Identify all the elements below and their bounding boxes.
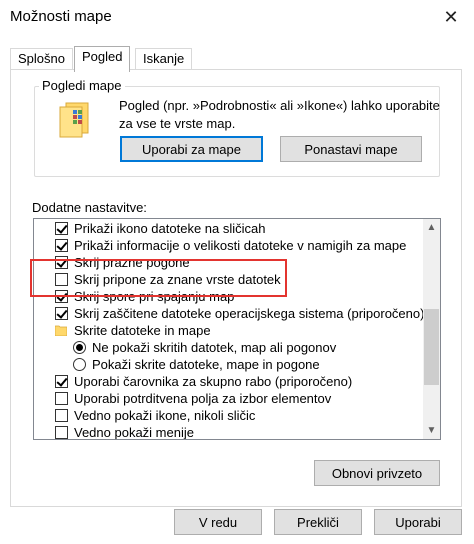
list-item-label: Pokaži skrite datoteke, mape in pogone bbox=[92, 357, 320, 372]
list-item-label: Ne pokaži skritih datotek, map ali pogon… bbox=[92, 340, 337, 355]
list-item-label: Vedno pokaži ikone, nikoli sličic bbox=[74, 408, 256, 423]
list-item[interactable]: Skrij prazne pogone bbox=[55, 254, 190, 271]
tab-general[interactable]: Splošno bbox=[10, 48, 73, 70]
list-item-label: Prikaži ikono datoteke na sličicah bbox=[74, 221, 266, 236]
list-item: Skrite datoteke in mape bbox=[55, 322, 211, 339]
checkbox[interactable] bbox=[55, 256, 68, 269]
checkbox[interactable] bbox=[55, 426, 68, 439]
advanced-settings-list[interactable]: Prikaži ikono datoteke na sličicah Prika… bbox=[33, 218, 441, 440]
tab-view[interactable]: Pogled bbox=[74, 46, 131, 72]
folder-views-description: Pogled (npr. »Podrobnosti« ali »Ikone«) … bbox=[119, 98, 440, 131]
close-icon[interactable]: ✕ bbox=[436, 4, 466, 30]
advanced-settings-label: Dodatne nastavitve: bbox=[32, 200, 147, 215]
checkbox[interactable] bbox=[55, 290, 68, 303]
list-item-label: Uporabi potrditvena polja za izbor eleme… bbox=[74, 391, 332, 406]
checkbox[interactable] bbox=[55, 222, 68, 235]
list-item[interactable]: Prikaži informacije o velikosti datoteke… bbox=[55, 237, 406, 254]
checkbox[interactable] bbox=[55, 307, 68, 320]
restore-defaults-button[interactable]: Obnovi privzeto bbox=[314, 460, 440, 486]
radio-button[interactable] bbox=[73, 341, 86, 354]
list-item[interactable]: Skrij spore pri spajanju map bbox=[55, 288, 234, 305]
list-item[interactable]: Skrij zaščitene datoteke operacijskega s… bbox=[55, 305, 424, 322]
list-item[interactable]: Uporabi potrditvena polja za izbor eleme… bbox=[55, 390, 331, 407]
list-item[interactable]: Vedno pokaži ikone, nikoli sličic bbox=[55, 407, 255, 424]
list-item[interactable]: Vedno pokaži menije bbox=[55, 424, 194, 440]
list-item-label: Skrij spore pri spajanju map bbox=[74, 289, 235, 304]
vertical-scrollbar[interactable]: ▲ ▼ bbox=[423, 219, 440, 439]
list-item[interactable]: Pokaži skrite datoteke, mape in pogone bbox=[73, 356, 320, 373]
checkbox[interactable] bbox=[55, 239, 68, 252]
tab-search[interactable]: Iskanje bbox=[135, 48, 193, 70]
checkbox[interactable] bbox=[55, 375, 68, 388]
ok-button[interactable]: V redu bbox=[174, 509, 262, 535]
list-item[interactable]: Uporabi čarovnika za skupno rabo (pripor… bbox=[55, 373, 352, 390]
list-item-label: Skrite datoteke in mape bbox=[74, 323, 211, 338]
list-item-label: Vedno pokaži menije bbox=[74, 425, 194, 440]
apply-to-folders-button[interactable]: Uporabi za mape bbox=[120, 136, 263, 162]
list-item-label: Skrij zaščitene datoteke operacijskega s… bbox=[74, 306, 425, 321]
checkbox[interactable] bbox=[55, 392, 68, 405]
list-item-label: Skrij prazne pogone bbox=[74, 255, 190, 270]
apply-button[interactable]: Uporabi bbox=[374, 509, 462, 535]
radio-button[interactable] bbox=[73, 358, 86, 371]
list-item[interactable]: Ne pokaži skritih datotek, map ali pogon… bbox=[73, 339, 336, 356]
folder-icon bbox=[59, 102, 89, 138]
list-item-label: Prikaži informacije o velikosti datoteke… bbox=[74, 238, 407, 253]
checkbox[interactable] bbox=[55, 273, 68, 286]
scroll-up-icon[interactable]: ▲ bbox=[423, 219, 440, 236]
folder-views-legend: Pogledi mape bbox=[39, 78, 125, 93]
scroll-down-icon[interactable]: ▼ bbox=[423, 422, 440, 439]
folder-icon bbox=[55, 325, 67, 336]
list-item-label: Skrij pripone za znane vrste datotek bbox=[74, 272, 281, 287]
list-item-label: Uporabi čarovnika za skupno rabo (pripor… bbox=[74, 374, 353, 389]
list-item[interactable]: Skrij pripone za znane vrste datotek bbox=[55, 271, 281, 288]
list-item[interactable]: Prikaži ikono datoteke na sličicah bbox=[55, 220, 266, 237]
window-title: Možnosti mape bbox=[10, 8, 112, 25]
reset-folders-button[interactable]: Ponastavi mape bbox=[280, 136, 422, 162]
checkbox[interactable] bbox=[55, 409, 68, 422]
cancel-button[interactable]: Prekliči bbox=[274, 509, 362, 535]
scrollbar-thumb[interactable] bbox=[424, 309, 439, 385]
